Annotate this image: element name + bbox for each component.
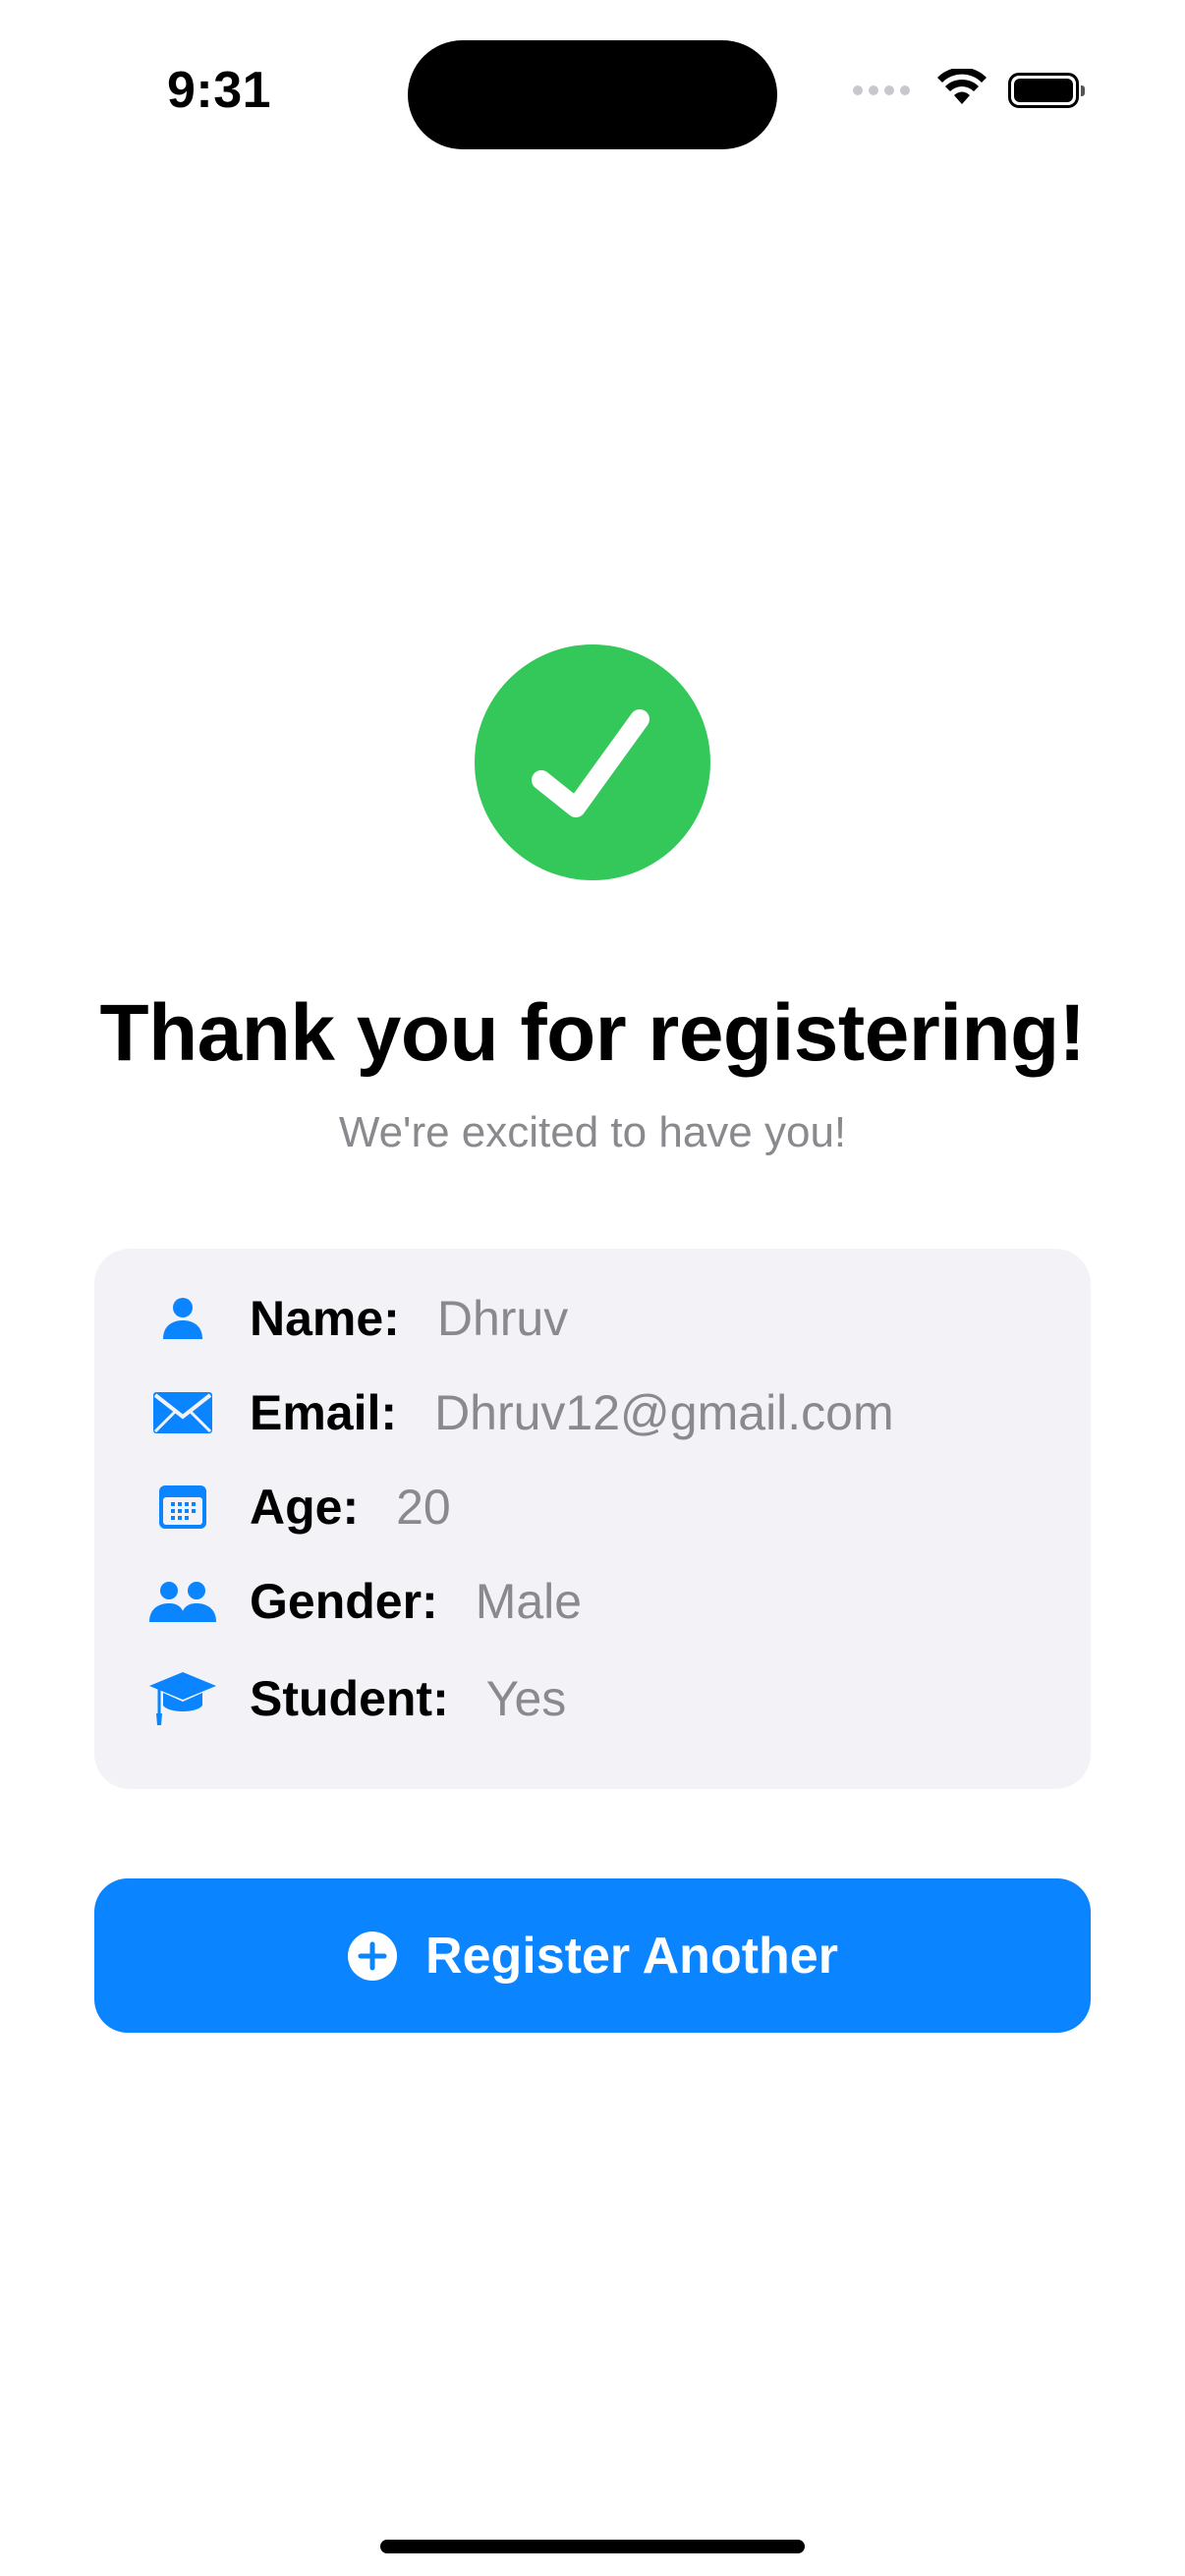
detail-value: Male bbox=[475, 1574, 583, 1629]
detail-value: Dhruv12@gmail.com bbox=[434, 1385, 894, 1440]
detail-row-name: Name: Dhruv bbox=[143, 1279, 568, 1358]
cellular-signal-icon bbox=[853, 84, 910, 95]
home-indicator[interactable] bbox=[380, 2540, 805, 2553]
detail-row-email: Email: Dhruv12@gmail.com bbox=[143, 1373, 894, 1452]
detail-label: Age: bbox=[250, 1480, 360, 1535]
confirmation-title: Thank you for registering! bbox=[99, 988, 1087, 1078]
detail-value: Yes bbox=[485, 1671, 567, 1726]
detail-label: Student: bbox=[250, 1671, 449, 1726]
wifi-icon bbox=[937, 67, 987, 111]
envelope-icon bbox=[143, 1373, 222, 1452]
confirmation-subtitle: We're excited to have you! bbox=[338, 1108, 847, 1156]
status-indicators bbox=[853, 67, 1085, 111]
plus-circle-icon bbox=[347, 1931, 398, 1982]
detail-label: Email: bbox=[250, 1385, 398, 1440]
detail-row-age: Age: 20 bbox=[143, 1468, 451, 1546]
detail-value: Dhruv bbox=[436, 1291, 569, 1346]
registration-details-card: Name: Dhruv Email: Dhruv12@gmail.com Age… bbox=[94, 1249, 1091, 1789]
detail-value: 20 bbox=[396, 1480, 451, 1535]
success-checkmark-icon bbox=[475, 644, 710, 880]
detail-label: Name: bbox=[250, 1291, 400, 1346]
calendar-icon bbox=[143, 1468, 222, 1546]
dynamic-island bbox=[408, 40, 777, 149]
register-another-label: Register Another bbox=[425, 1927, 838, 1985]
battery-icon bbox=[1008, 72, 1085, 108]
status-time: 9:31 bbox=[167, 62, 272, 119]
graduation-cap-icon bbox=[143, 1659, 222, 1738]
person-icon bbox=[143, 1279, 222, 1358]
detail-row-gender: Gender: Male bbox=[143, 1562, 582, 1641]
register-another-button[interactable]: Register Another bbox=[94, 1878, 1091, 2033]
people-icon bbox=[143, 1562, 222, 1641]
detail-row-student: Student: Yes bbox=[143, 1659, 566, 1738]
detail-label: Gender: bbox=[250, 1574, 438, 1629]
